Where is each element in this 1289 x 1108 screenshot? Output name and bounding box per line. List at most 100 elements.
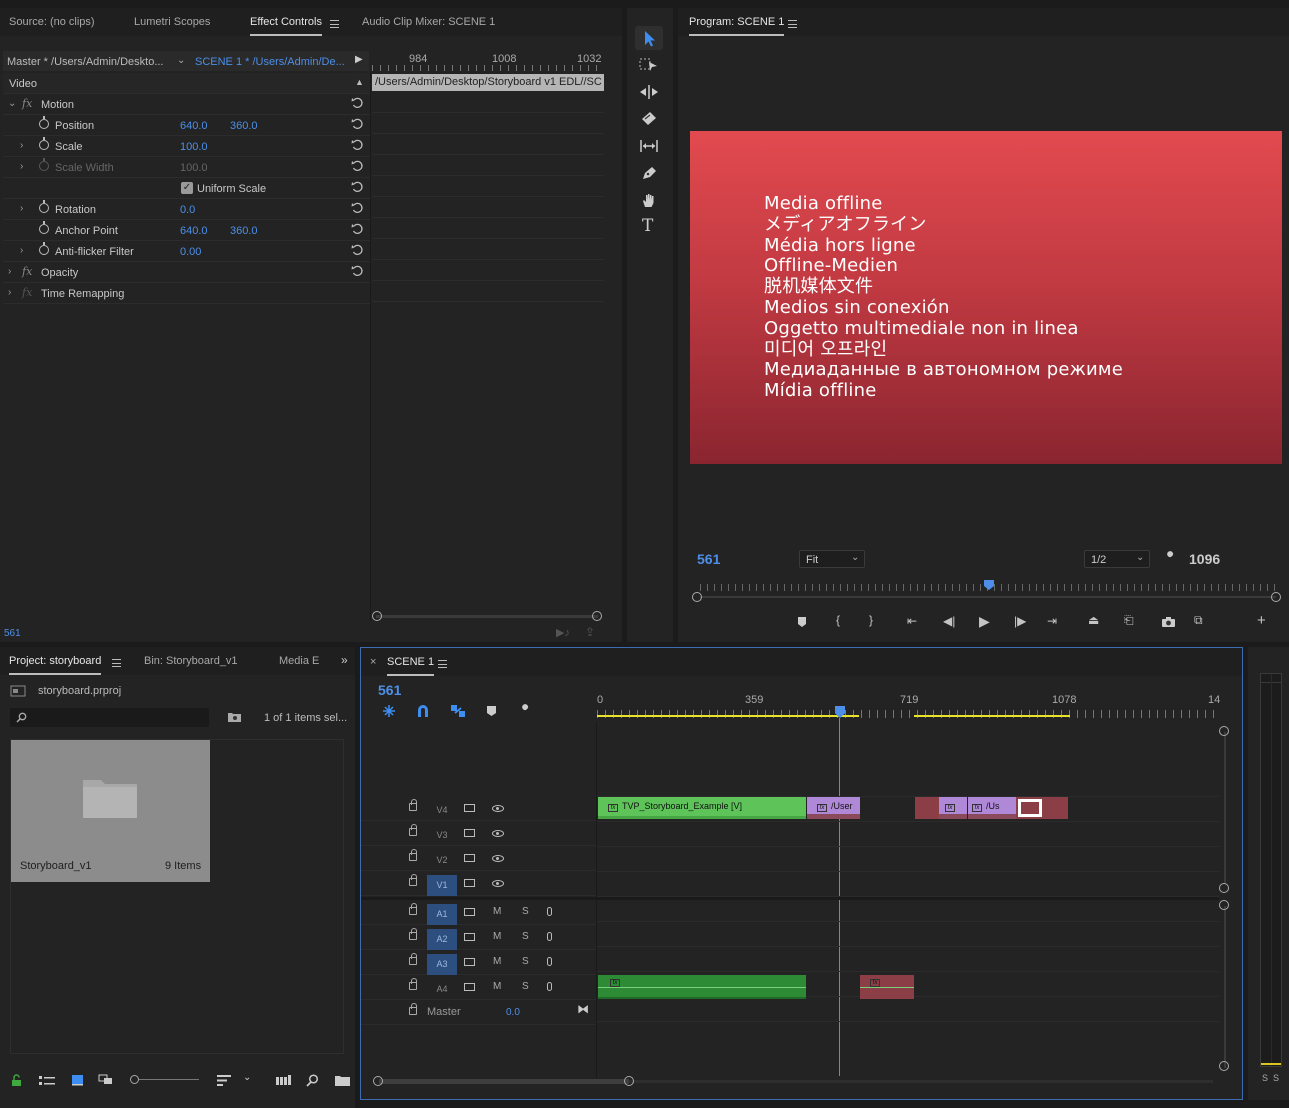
zoom-fit-select[interactable]: Fit ⌄ [799, 550, 865, 568]
timeline-timecode[interactable]: 561 [378, 682, 401, 698]
video-vertical-scrollbar[interactable] [1219, 726, 1231, 893]
tab-sequence[interactable]: SCENE 1 [387, 656, 435, 676]
stopwatch-icon[interactable] [39, 200, 49, 213]
lock-icon[interactable] [409, 1003, 417, 1015]
lock-icon[interactable] [11, 1074, 22, 1087]
icon-view-icon[interactable] [71, 1074, 84, 1086]
step-back-icon[interactable]: ◀| [943, 614, 955, 628]
chevron-right-icon[interactable]: › [20, 245, 23, 256]
new-bin-from-search-icon[interactable] [227, 711, 242, 723]
reset-icon[interactable] [351, 244, 364, 256]
track-header-a1[interactable]: A1 M S [361, 900, 596, 925]
chevron-right-icon[interactable]: › [20, 140, 23, 151]
mark-in-icon[interactable]: { [836, 613, 840, 627]
chevron-down-icon[interactable]: ⌄ [243, 1072, 251, 1083]
track-header-v4[interactable]: V4 [361, 796, 596, 821]
solo-button[interactable]: S [522, 906, 529, 917]
zoom-handle-left[interactable] [373, 1076, 383, 1086]
panel-menu-icon[interactable] [438, 660, 447, 668]
resolution-select[interactable]: 1/2 ⌄ [1084, 550, 1150, 568]
go-to-end-icon[interactable]: ⧓ [577, 1002, 589, 1016]
scroll-handle-bottom[interactable] [1219, 883, 1229, 893]
play-toggle-icon[interactable]: ▶ [355, 54, 363, 65]
project-search-input[interactable] [10, 708, 209, 727]
timeline-horizontal-scrollbar[interactable] [373, 1076, 1219, 1088]
track-header-v2[interactable]: V2 [361, 846, 596, 871]
sync-lock-icon[interactable] [464, 804, 475, 812]
mic-icon[interactable] [547, 957, 552, 966]
panel-menu-icon[interactable] [112, 659, 121, 667]
lock-icon[interactable] [409, 928, 417, 940]
panel-menu-icon[interactable] [330, 20, 339, 28]
zoom-handle-left[interactable] [692, 592, 702, 602]
scroll-handle-left[interactable] [372, 611, 382, 621]
property-value-y[interactable]: 360.0 [230, 120, 258, 132]
lift-icon[interactable]: ⏏ [1088, 613, 1099, 627]
reset-icon[interactable] [351, 139, 364, 151]
automate-to-sequence-icon[interactable] [276, 1075, 292, 1086]
lock-icon[interactable] [409, 903, 417, 915]
tab-bin[interactable]: Bin: Storyboard_v1 [144, 655, 238, 667]
sync-lock-icon[interactable] [464, 908, 475, 916]
motion-row[interactable]: ⌄ fx Motion [3, 94, 371, 115]
program-scrubber[interactable] [692, 578, 1282, 604]
solo-left-button[interactable]: S [1262, 1073, 1268, 1083]
pen-icon[interactable] [639, 165, 659, 181]
tab-program[interactable]: Program: SCENE 1 [689, 16, 785, 36]
time-remapping-row[interactable]: › fx Time Remapping [3, 283, 371, 304]
sync-lock-icon[interactable] [464, 854, 475, 862]
panel-menu-icon[interactable] [788, 20, 797, 28]
step-forward-icon[interactable]: |▶ [1014, 614, 1026, 628]
reset-icon[interactable] [351, 160, 364, 172]
lock-icon[interactable] [409, 874, 417, 886]
scroll-up-icon[interactable]: ▲ [355, 77, 364, 87]
tab-media-browser[interactable]: Media E [279, 655, 319, 667]
tab-project[interactable]: Project: storyboard [9, 655, 102, 675]
keyframe-area[interactable] [372, 92, 604, 312]
video-clip-second[interactable]: fx/User [807, 797, 860, 819]
compare-icon[interactable]: ⧉ [1194, 613, 1203, 628]
snap-icon[interactable] [416, 704, 430, 718]
stopwatch-icon[interactable] [39, 242, 49, 255]
property-scale[interactable]: › Scale 100.0 [3, 136, 371, 157]
property-position[interactable]: Position 640.0 360.0 [3, 115, 371, 136]
reset-icon[interactable] [351, 181, 364, 193]
freeform-view-icon[interactable] [98, 1074, 116, 1086]
solo-button[interactable]: S [522, 981, 529, 992]
property-value-x[interactable]: 640.0 [180, 225, 208, 237]
track-header-v1[interactable]: V1 [361, 871, 596, 896]
track-header-a4[interactable]: A4 M S [361, 975, 596, 1000]
mic-icon[interactable] [547, 982, 552, 991]
filter-icon[interactable]: ▶♪ [556, 626, 570, 639]
add-marker-icon[interactable] [486, 705, 497, 717]
tab-audio-clip-mixer[interactable]: Audio Clip Mixer: SCENE 1 [362, 16, 495, 28]
panel-divider[interactable] [370, 73, 371, 621]
opacity-row[interactable]: › fx Opacity [3, 262, 371, 283]
property-anchor-point[interactable]: Anchor Point 640.0 360.0 [3, 220, 371, 241]
sync-lock-icon[interactable] [464, 933, 475, 941]
solo-button[interactable]: S [522, 956, 529, 967]
track-label[interactable]: V3 [427, 825, 457, 846]
go-to-in-icon[interactable]: ⇤ [907, 614, 917, 628]
bin-thumbnail[interactable]: Storyboard_v1 9 Items [11, 740, 210, 882]
zoom-slider[interactable] [130, 1075, 200, 1085]
zoom-slider-handle[interactable] [130, 1075, 139, 1084]
find-icon[interactable] [306, 1074, 319, 1087]
video-frame[interactable]: Media offline メディアオフライン Média hors ligne… [690, 131, 1282, 464]
reset-icon[interactable] [351, 202, 364, 214]
mic-icon[interactable] [547, 907, 552, 916]
selection-tool-icon[interactable] [635, 26, 663, 50]
reset-icon[interactable] [351, 118, 364, 130]
track-label[interactable]: A4 [427, 979, 457, 1000]
property-value[interactable]: 100.0 [180, 141, 208, 153]
stopwatch-icon[interactable] [39, 137, 49, 150]
mute-button[interactable]: M [493, 956, 501, 967]
type-icon[interactable]: T [642, 216, 653, 236]
track-header-master[interactable]: Master 0.0 ⧓ [361, 1000, 596, 1025]
timeline-ruler[interactable]: 0 359 719 1078 14 [597, 688, 1220, 722]
mic-icon[interactable] [547, 932, 552, 941]
chevron-right-icon[interactable]: › [8, 266, 11, 277]
track-label[interactable]: V4 [427, 800, 457, 821]
audio-vertical-scrollbar[interactable] [1219, 900, 1231, 1076]
camera-icon[interactable] [1161, 616, 1176, 628]
